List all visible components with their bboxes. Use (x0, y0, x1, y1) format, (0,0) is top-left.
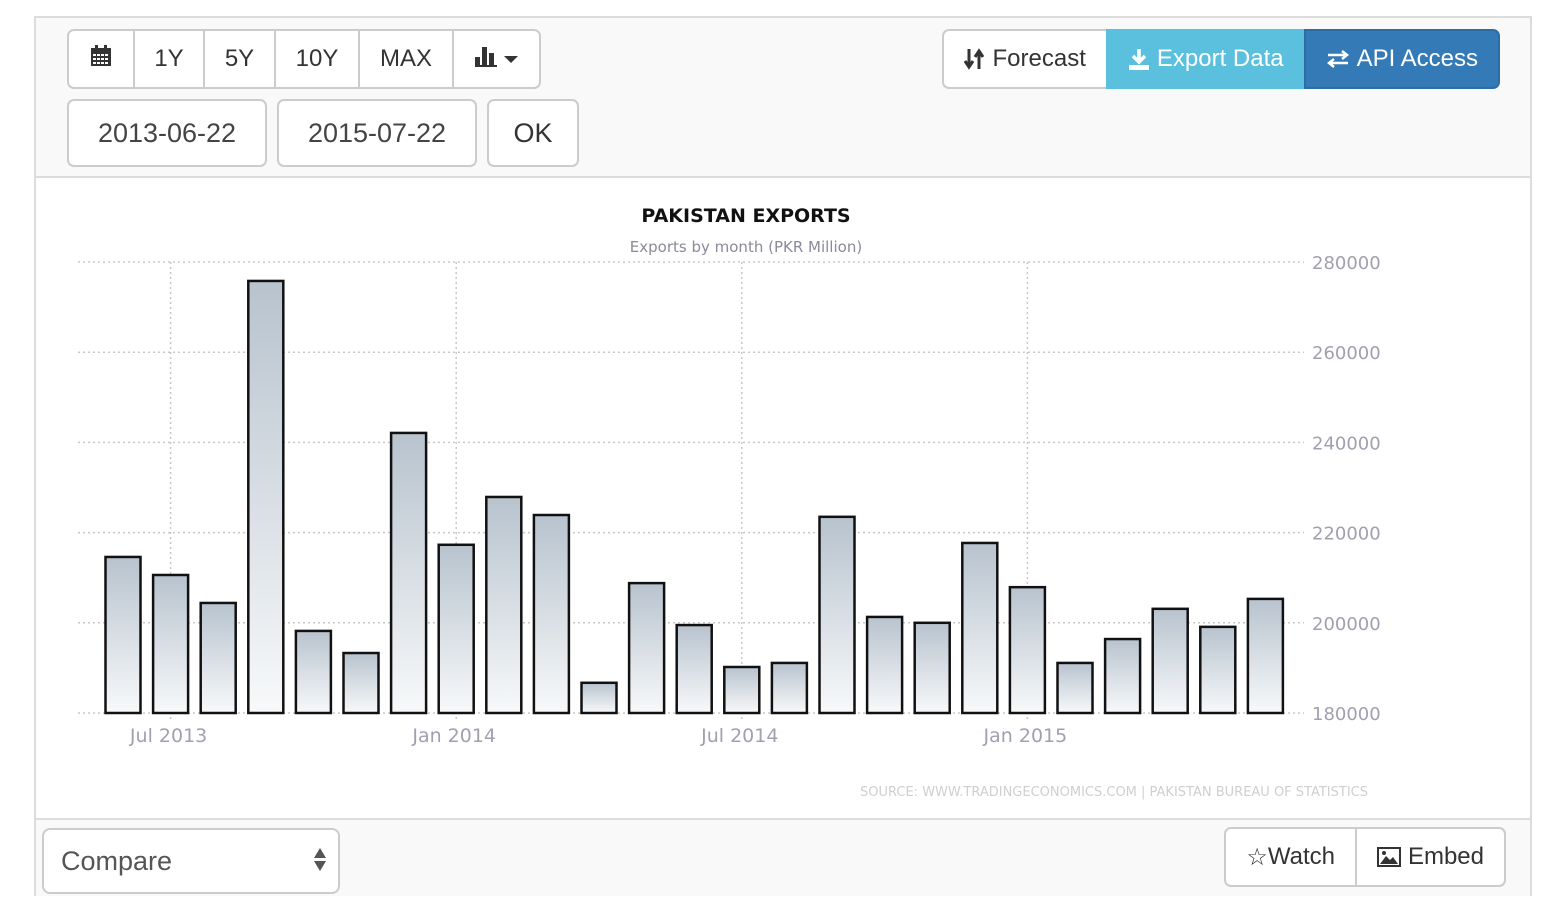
y-tick-label: 280000 (1312, 253, 1381, 274)
bar[interactable]: Jul 2014: 190200 (723, 665, 761, 715)
chart-type-dropdown[interactable] (452, 29, 541, 89)
exports-bar-chart: Jun 2013: 214600Jul 2013: 210600Aug 2013… (78, 205, 1381, 800)
range-button-group: 1Y 5Y 10Y MAX (67, 29, 541, 89)
bar[interactable]: Jun 2014: 199500 (675, 623, 713, 715)
ok-button[interactable]: OK (487, 99, 579, 167)
y-tick-label: 200000 (1312, 614, 1381, 635)
bar[interactable]: Mar 2015: 196400 (1103, 637, 1142, 715)
bar[interactable]: Apr 2015: 203100 (1151, 607, 1189, 715)
bar[interactable]: Jan 2014: 217300 (437, 543, 475, 715)
bar[interactable]: Feb 2014: 227900 (485, 495, 523, 715)
bar[interactable]: Feb 2015: 191100 (1056, 661, 1094, 715)
bar[interactable]: Oct 2014: 201300 (865, 615, 904, 715)
footer-button-group: ☆ Watch Embed (1224, 827, 1506, 887)
bar[interactable]: Dec 2014: 217700 (961, 541, 999, 715)
watch-label: Watch (1267, 843, 1335, 870)
bar[interactable]: Sep 2014: 223500 (818, 515, 856, 715)
range-10y-button[interactable]: 10Y (274, 29, 360, 89)
api-access-label: API Access (1356, 45, 1478, 72)
y-axis: 180000 200000 220000 240000 260000 280000 (1312, 253, 1381, 725)
x-axis: Jul 2013 Jan 2014 Jul 2014 Jan 2015 (129, 725, 1067, 747)
y-tick-label: 260000 (1312, 343, 1381, 364)
footer: Compare ☆ Watch Embed (36, 820, 1530, 896)
compare-select[interactable]: Compare (42, 828, 340, 894)
bar[interactable]: May 2015: 199100 (1199, 625, 1237, 715)
bar[interactable]: Dec 2013: 242100 (389, 431, 428, 715)
action-button-group: Forecast Export Data API Access (941, 29, 1500, 89)
api-access-button[interactable]: API Access (1303, 29, 1500, 89)
export-data-button[interactable]: Export Data (1105, 29, 1306, 89)
bar[interactable]: Jun 2015: 205300 (1246, 597, 1285, 715)
y-tick-label: 180000 (1312, 704, 1381, 725)
bar[interactable]: Aug 2014: 191100 (770, 661, 809, 715)
download-icon (1128, 48, 1150, 70)
chart-title: PAKISTAN EXPORTS (641, 205, 850, 227)
select-arrows-icon (314, 848, 326, 871)
bars: Jun 2013: 214600Jul 2013: 210600Aug 2013… (104, 279, 1285, 715)
embed-label: Embed (1407, 843, 1484, 870)
range-max-button[interactable]: MAX (358, 29, 454, 89)
x-tick-label: Jul 2014 (700, 725, 778, 747)
range-5y-button[interactable]: 5Y (203, 29, 276, 89)
bar[interactable]: Aug 2013: 204400 (199, 601, 237, 715)
start-date-input[interactable] (67, 99, 267, 167)
range-1y-button[interactable]: 1Y (133, 29, 205, 89)
bar[interactable]: Sep 2013: 275800 (247, 279, 285, 715)
bar[interactable]: May 2014: 208800 (627, 581, 666, 715)
bar[interactable]: Nov 2013: 193300 (342, 651, 380, 715)
bar[interactable]: Mar 2014: 223900 (532, 513, 571, 715)
chart-source: SOURCE: WWW.TRADINGECONOMICS.COM | PAKIS… (860, 785, 1368, 800)
bar[interactable]: Jul 2013: 210600 (151, 573, 190, 715)
compare-label: Compare (61, 845, 173, 876)
chart-widget: 1Y 5Y 10Y MAX OK Forecast (34, 16, 1532, 896)
chart-area: Jun 2013: 214600Jul 2013: 210600Aug 2013… (36, 178, 1530, 820)
toolbar: 1Y 5Y 10Y MAX OK Forecast (36, 18, 1530, 178)
bar[interactable]: Jan 2015: 207900 (1008, 585, 1047, 715)
bar[interactable]: Apr 2014: 186700 (580, 681, 618, 715)
date-range-row: OK (67, 99, 579, 167)
bar[interactable]: Nov 2014: 200000 (913, 621, 951, 715)
y-tick-label: 220000 (1312, 524, 1381, 545)
bar[interactable]: Oct 2013: 198200 (294, 629, 333, 715)
export-data-label: Export Data (1156, 45, 1284, 72)
embed-button[interactable]: Embed (1354, 827, 1506, 887)
transfer-icon (1326, 49, 1350, 69)
bar[interactable]: Jun 2013: 214600 (104, 555, 142, 715)
x-tick-label: Jan 2014 (411, 725, 496, 747)
watch-button[interactable]: ☆ Watch (1224, 827, 1357, 887)
caret-down-icon (504, 55, 518, 63)
bar-chart-icon (475, 45, 499, 74)
chart-subtitle: Exports by month (PKR Million) (630, 238, 862, 256)
end-date-input[interactable] (277, 99, 477, 167)
star-icon: ☆ (1246, 843, 1268, 871)
x-tick-label: Jul 2013 (129, 725, 207, 747)
forecast-label: Forecast (992, 45, 1086, 72)
image-icon (1376, 847, 1401, 867)
calendar-button[interactable] (67, 29, 135, 89)
forecast-button[interactable]: Forecast (941, 29, 1108, 89)
y-tick-label: 240000 (1312, 433, 1381, 454)
x-tick-label: Jan 2015 (983, 725, 1068, 747)
sort-arrows-icon (963, 47, 986, 71)
calendar-icon (90, 44, 112, 74)
